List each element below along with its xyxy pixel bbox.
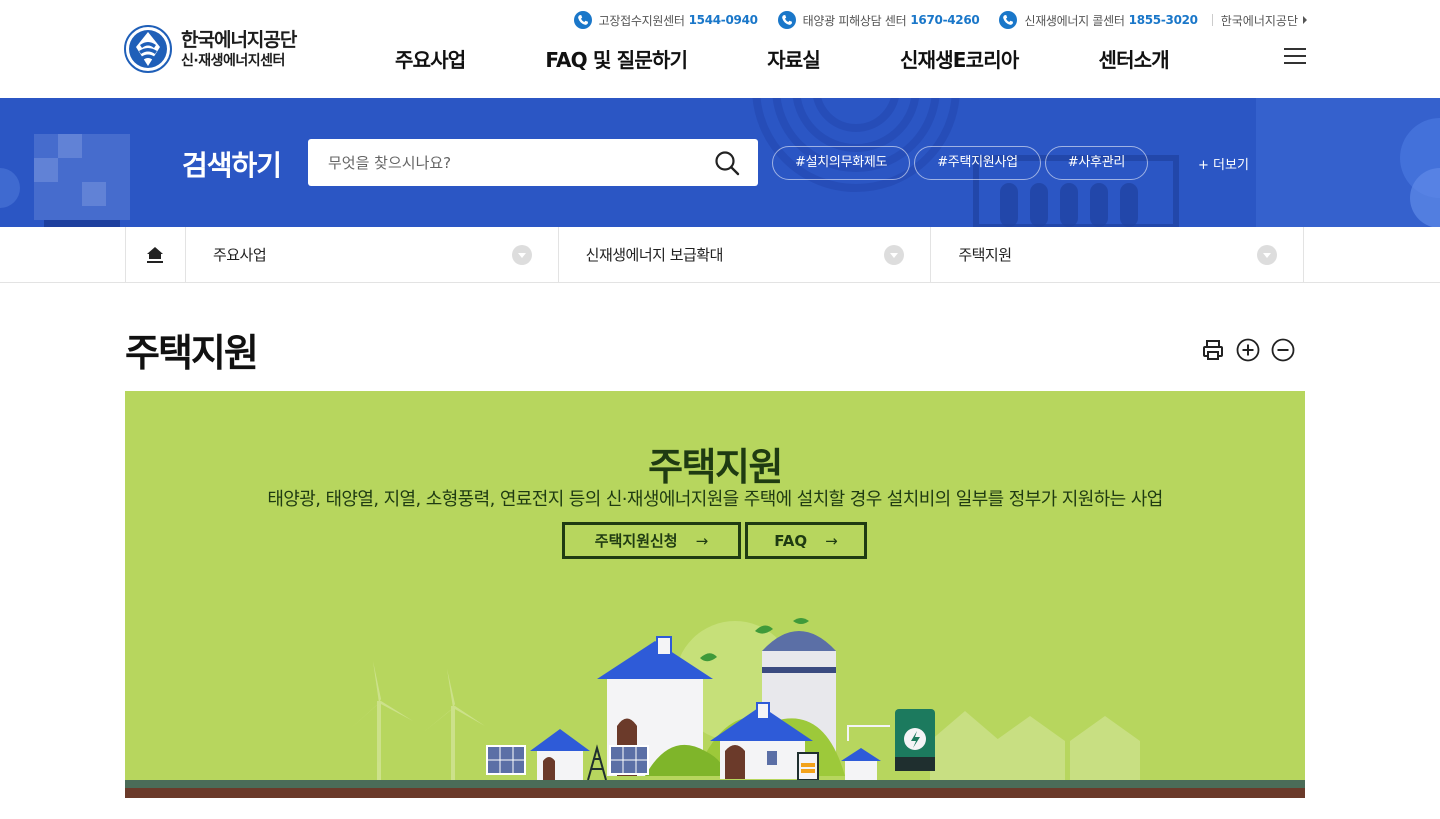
nav-item-archive[interactable]: 자료실 bbox=[767, 44, 821, 73]
faq-button[interactable]: FAQ → bbox=[745, 522, 867, 559]
search-icon[interactable] bbox=[714, 150, 740, 176]
caret-right-icon bbox=[1303, 16, 1307, 24]
soil-strip bbox=[125, 788, 1305, 798]
logo-name: 한국에너지공단 bbox=[181, 28, 297, 51]
utility-bar: 고장접수지원센터 1544-0940 태양광 피해상담 센터 1670-4260… bbox=[573, 11, 1307, 29]
breadcrumb-depth2[interactable]: 신재생에너지 보급확대 bbox=[559, 227, 932, 282]
util-solar-damage-center[interactable]: 태양광 피해상담 센터 1670-4260 bbox=[777, 11, 980, 29]
tag-housing-support[interactable]: #주택지원사업 bbox=[914, 146, 1041, 180]
search-title: 검색하기 bbox=[182, 149, 282, 182]
util-label: 신재생에너지 콜센터 bbox=[1024, 13, 1125, 28]
zoom-out-icon[interactable] bbox=[1271, 338, 1295, 362]
nav-item-main-business[interactable]: 주요사업 bbox=[395, 44, 466, 73]
faq-button-label: FAQ bbox=[774, 531, 808, 550]
tag-install-obligation[interactable]: #설치의무화제도 bbox=[772, 146, 911, 180]
phone-icon bbox=[999, 11, 1018, 29]
apply-button-label: 주택지원신청 bbox=[594, 532, 678, 550]
breadcrumb: 주요사업 신재생에너지 보급확대 주택지원 bbox=[0, 227, 1440, 283]
apply-housing-support-button[interactable]: 주택지원신청 → bbox=[562, 522, 741, 559]
menu-icon[interactable] bbox=[1284, 48, 1306, 66]
site-header: 한국에너지공단 신·재생에너지센터 고장접수지원센터 1544-0940 태양광… bbox=[0, 0, 1440, 98]
print-icon[interactable] bbox=[1201, 338, 1225, 362]
breadcrumb-depth3-label: 주택지원 bbox=[958, 246, 1012, 264]
chevron-down-icon bbox=[1257, 245, 1278, 265]
arrow-right-icon: → bbox=[695, 531, 709, 550]
divider bbox=[1211, 14, 1213, 26]
phone-icon bbox=[777, 11, 796, 29]
breadcrumb-depth1[interactable]: 주요사업 bbox=[186, 227, 559, 282]
arrow-right-icon: → bbox=[825, 531, 838, 550]
util-call-center[interactable]: 신재생에너지 콜센터 1855-3020 bbox=[999, 11, 1198, 29]
search-section: 검색하기 #설치의무화제도 #주택지원사업 #사후관리 + 더보기 bbox=[0, 98, 1440, 227]
nav-item-renewable-korea[interactable]: 신재생E코리아 bbox=[900, 44, 1019, 73]
banner-description: 태양광, 태양열, 지열, 소형풍력, 연료전지 등의 신·재생에너지원을 주택… bbox=[267, 489, 1163, 510]
search-input[interactable] bbox=[328, 139, 708, 186]
main-nav: 주요사업 FAQ 및 질문하기 자료실 신재생E코리아 센터소개 bbox=[395, 44, 1170, 73]
zoom-in-icon[interactable] bbox=[1236, 338, 1260, 362]
util-number: 1544-0940 bbox=[688, 13, 758, 27]
nav-item-center-intro[interactable]: 센터소개 bbox=[1098, 44, 1169, 73]
more-tags-link[interactable]: + 더보기 bbox=[1198, 154, 1249, 173]
util-label: 태양광 피해상담 센터 bbox=[802, 13, 907, 28]
chevron-down-icon bbox=[511, 245, 532, 265]
util-label: 고장접수지원센터 bbox=[598, 13, 685, 28]
page-tools bbox=[1201, 338, 1295, 362]
util-repair-center[interactable]: 고장접수지원센터 1544-0940 bbox=[573, 11, 758, 29]
search-box bbox=[308, 139, 758, 186]
ground-strip bbox=[125, 780, 1305, 788]
site-logo[interactable]: 한국에너지공단 신·재생에너지센터 bbox=[124, 25, 297, 73]
housing-support-banner: 주택지원 태양광, 태양열, 지열, 소형풍력, 연료전지 등의 신·재생에너지… bbox=[125, 391, 1305, 798]
home-icon bbox=[147, 247, 164, 263]
kea-logo-icon bbox=[124, 25, 172, 73]
util-number: 1855-3020 bbox=[1128, 13, 1198, 27]
kea-site-link-label: 한국에너지공단 bbox=[1220, 13, 1298, 28]
renewable-village-illustration bbox=[350, 618, 1140, 780]
banner-title: 주택지원 bbox=[648, 445, 783, 489]
logo-subtitle: 신·재생에너지센터 bbox=[181, 52, 285, 69]
search-tags: #설치의무화제도 #주택지원사업 #사후관리 bbox=[772, 146, 1152, 180]
breadcrumb-depth3[interactable]: 주택지원 bbox=[931, 227, 1305, 282]
phone-icon bbox=[573, 11, 592, 29]
breadcrumb-depth2-label: 신재생에너지 보급확대 bbox=[585, 246, 724, 264]
tag-after-management[interactable]: #사후관리 bbox=[1044, 146, 1149, 180]
page-title: 주택지원 bbox=[125, 331, 259, 375]
banner-buttons: 주택지원신청 → FAQ → bbox=[562, 522, 871, 559]
breadcrumb-depth1-label: 주요사업 bbox=[212, 246, 267, 264]
chevron-down-icon bbox=[884, 245, 905, 265]
nav-item-faq[interactable]: FAQ 및 질문하기 bbox=[545, 44, 688, 73]
home-button[interactable] bbox=[126, 227, 186, 282]
util-number: 1670-4260 bbox=[910, 13, 980, 27]
kea-site-link[interactable]: 한국에너지공단 bbox=[1221, 12, 1307, 29]
